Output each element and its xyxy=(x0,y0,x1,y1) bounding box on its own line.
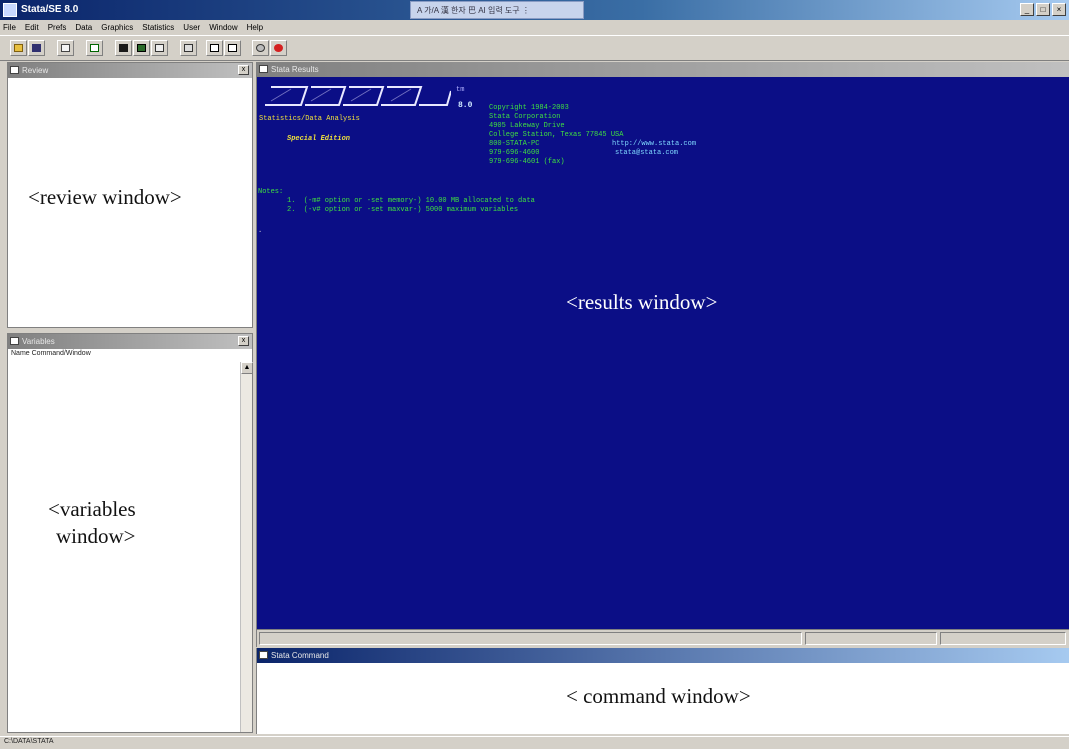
vertical-scrollbar[interactable]: ▲ xyxy=(240,362,253,732)
variables-pane-title: Variables xyxy=(22,337,55,346)
graph-icon[interactable] xyxy=(133,40,150,56)
clear-more-icon[interactable] xyxy=(252,40,269,56)
command-window-annotation: < command window> xyxy=(566,684,751,708)
variables-column-header: Name Command/Window xyxy=(11,350,91,357)
title-bar[interactable]: Stata/SE 8.0 A 가/A 漢 한자 巴 AI 입력 도구 ⋮ _ □… xyxy=(0,0,1069,20)
window-icon xyxy=(259,651,268,659)
email-link[interactable]: stata@stata.com xyxy=(615,149,678,158)
menu-data[interactable]: Data xyxy=(75,23,92,32)
results-pane: Stata Results tm 8.0 Statistics/Data Ana… xyxy=(256,62,1069,647)
menu-help[interactable]: Help xyxy=(247,23,263,32)
toolbar xyxy=(0,35,1069,61)
window-icon xyxy=(10,337,19,345)
phone-line-1: 800-STATA-PC xyxy=(489,140,540,148)
notes-label: Notes: xyxy=(258,188,284,196)
save-icon[interactable] xyxy=(28,40,45,56)
menu-prefs[interactable]: Prefs xyxy=(48,23,67,32)
window-controls: _ □ × xyxy=(1020,3,1066,16)
break-icon[interactable] xyxy=(270,40,287,56)
fax-line: 979-696-4601 (fax) xyxy=(489,158,565,166)
window-title: Stata/SE 8.0 xyxy=(21,4,79,15)
trademark-mark: tm xyxy=(456,86,465,94)
app-status-bar: C:\DATA\STATA xyxy=(0,736,1069,749)
variables-pane-header[interactable]: Variables x xyxy=(8,334,252,349)
company-line: Stata Corporation xyxy=(489,113,561,121)
copyright-line: Copyright 1984-2003 xyxy=(489,104,569,112)
status-segment xyxy=(805,632,937,645)
data-browser-icon[interactable] xyxy=(206,40,223,56)
print-icon[interactable] xyxy=(57,40,74,56)
maximize-button[interactable]: □ xyxy=(1036,3,1050,16)
viewer-icon[interactable] xyxy=(115,40,132,56)
stata-app-icon[interactable] xyxy=(3,3,17,17)
review-pane-header[interactable]: Review x xyxy=(8,63,252,78)
varmanager-icon[interactable] xyxy=(224,40,241,56)
window-icon xyxy=(10,66,19,74)
address-line-2: College Station, Texas 77845 USA xyxy=(489,131,624,139)
status-segment xyxy=(259,632,802,645)
stata-logo xyxy=(265,86,451,106)
results-pane-title: Stata Results xyxy=(271,65,319,74)
stata-version: 8.0 xyxy=(458,101,473,110)
window-icon xyxy=(259,65,268,73)
special-edition: Special Edition xyxy=(287,135,351,143)
pin-icon[interactable]: x xyxy=(238,65,249,75)
status-segment xyxy=(940,632,1066,645)
variables-window-annotation-line-1: <variables xyxy=(48,497,136,521)
do-editor-icon[interactable] xyxy=(151,40,168,56)
website-link[interactable]: http://www.stata.com xyxy=(612,140,696,149)
results-status-bar xyxy=(257,629,1069,647)
minimize-button[interactable]: _ xyxy=(1020,3,1034,16)
command-pane-header[interactable]: Stata Command xyxy=(257,648,1069,663)
review-window-annotation: <review window> xyxy=(28,185,182,209)
address-line-1: 4905 Lakeway Drive xyxy=(489,122,565,130)
working-directory: C:\DATA\STATA xyxy=(4,738,54,745)
menu-user[interactable]: User xyxy=(183,23,200,32)
pin-icon[interactable]: x xyxy=(238,336,249,346)
results-window-annotation: <results window> xyxy=(566,290,718,314)
data-editor-icon[interactable] xyxy=(180,40,197,56)
menu-edit[interactable]: Edit xyxy=(25,23,39,32)
command-pane-title: Stata Command xyxy=(271,651,329,660)
menu-file[interactable]: File xyxy=(3,23,16,32)
menu-bar: File Edit Prefs Data Graphics Statistics… xyxy=(0,20,1069,35)
close-button[interactable]: × xyxy=(1052,3,1066,16)
menu-graphics[interactable]: Graphics xyxy=(101,23,133,32)
menu-statistics[interactable]: Statistics xyxy=(142,23,174,32)
note-line-2: 2. (-v# option or -set maxvar-) 5000 max… xyxy=(287,206,519,214)
prompt-cursor: . xyxy=(258,227,263,235)
menu-window[interactable]: Window xyxy=(209,23,237,32)
variables-window-annotation-line-2: window> xyxy=(56,524,136,548)
ime-language-bar[interactable]: A 가/A 漢 한자 巴 AI 입력 도구 ⋮ xyxy=(410,1,584,19)
edition-line: Statistics/Data Analysis xyxy=(259,115,360,123)
log-icon[interactable] xyxy=(86,40,103,56)
phone-line-2: 979-696-4600 xyxy=(489,149,540,157)
scroll-up-icon[interactable]: ▲ xyxy=(241,362,253,374)
results-output[interactable]: tm 8.0 Statistics/Data Analysis Special … xyxy=(257,77,1069,629)
results-pane-header[interactable]: Stata Results xyxy=(257,62,1069,77)
note-line-1: 1. (-m# option or -set memory-) 10.00 MB… xyxy=(287,197,535,205)
stata-app-window: Stata/SE 8.0 A 가/A 漢 한자 巴 AI 입력 도구 ⋮ _ □… xyxy=(0,0,1069,749)
review-pane-title: Review xyxy=(22,66,49,75)
open-icon[interactable] xyxy=(10,40,27,56)
